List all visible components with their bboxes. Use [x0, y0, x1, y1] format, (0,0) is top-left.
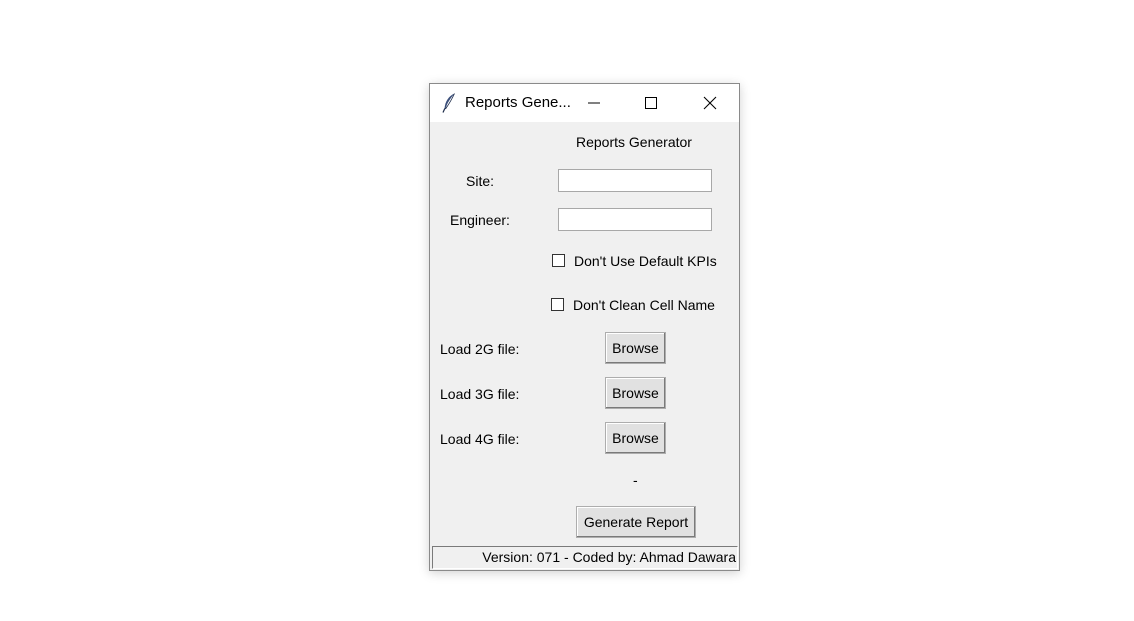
close-icon	[703, 96, 717, 110]
load-2g-label: Load 2G file:	[440, 341, 520, 357]
clean-cell-name-label[interactable]: Don't Clean Cell Name	[573, 297, 715, 313]
site-input[interactable]	[558, 169, 712, 192]
generate-report-button[interactable]: Generate Report	[576, 506, 696, 538]
window-title: Reports Gene...	[465, 94, 571, 111]
minimize-button[interactable]	[571, 84, 617, 122]
browse-3g-button[interactable]: Browse	[605, 377, 666, 409]
default-kpis-checkbox[interactable]	[552, 254, 565, 267]
clean-cell-name-checkbox[interactable]	[551, 298, 564, 311]
maximize-icon	[645, 97, 657, 109]
minimize-icon	[588, 102, 600, 104]
close-button[interactable]	[687, 84, 733, 122]
app-window: Reports Gene... Reports Generator Site: …	[429, 83, 740, 571]
engineer-label: Engineer:	[450, 212, 510, 228]
engineer-input[interactable]	[558, 208, 712, 231]
title-bar[interactable]: Reports Gene...	[430, 84, 739, 122]
load-3g-label: Load 3G file:	[440, 386, 520, 402]
version-statusbar: Version: 071 - Coded by: Ahmad Dawara	[432, 546, 738, 569]
maximize-button[interactable]	[628, 84, 674, 122]
page-title: Reports Generator	[576, 134, 692, 150]
default-kpis-label[interactable]: Don't Use Default KPIs	[574, 253, 717, 269]
load-4g-label: Load 4G file:	[440, 431, 520, 447]
feather-icon	[442, 93, 456, 113]
browse-2g-button[interactable]: Browse	[605, 332, 666, 364]
browse-4g-button[interactable]: Browse	[605, 422, 666, 454]
status-text: -	[633, 472, 638, 488]
site-label: Site:	[466, 173, 495, 189]
